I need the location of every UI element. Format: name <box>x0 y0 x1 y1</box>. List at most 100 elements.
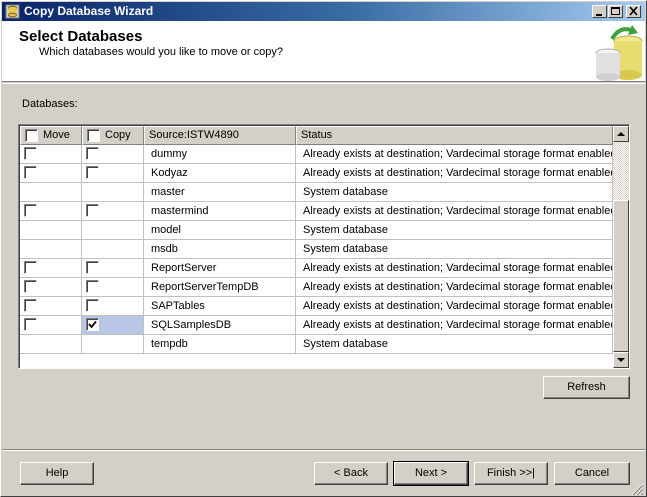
databases-label: Databases: <box>22 98 78 110</box>
table-row[interactable]: ReportServer Already exists at destinatio… <box>20 259 613 278</box>
column-header-status-label: Status <box>301 129 333 141</box>
back-button[interactable]: < Back <box>314 462 388 485</box>
move-checkbox[interactable] <box>24 166 37 179</box>
scroll-down-button[interactable] <box>613 352 629 368</box>
move-checkbox[interactable] <box>24 280 37 293</box>
table-row[interactable]: model System database <box>20 221 613 240</box>
move-cell[interactable] <box>20 240 82 259</box>
status-cell: Already exists at destination; Vardecima… <box>296 278 613 297</box>
move-checkbox[interactable] <box>24 318 37 331</box>
database-name-cell: SQLSamplesDB <box>144 316 296 335</box>
copy-cell[interactable] <box>82 164 144 183</box>
move-checkbox[interactable] <box>24 261 37 274</box>
database-name-cell: ReportServerTempDB <box>144 278 296 297</box>
database-copy-icon <box>595 25 643 81</box>
copy-cell[interactable] <box>82 297 144 316</box>
page-subtitle: Which databases would you like to move o… <box>39 46 283 58</box>
database-name-cell: master <box>144 183 296 202</box>
table-row[interactable]: mastermind Already exists at destination;… <box>20 202 613 221</box>
cancel-button[interactable]: Cancel <box>554 462 630 485</box>
title-bar[interactable]: Copy Database Wizard <box>2 2 645 21</box>
copy-checkbox[interactable] <box>86 147 99 160</box>
move-cell[interactable] <box>20 335 82 354</box>
move-cell[interactable] <box>20 316 82 335</box>
database-name-cell: model <box>144 221 296 240</box>
table-row[interactable]: dummy Already exists at destination; Vard… <box>20 145 613 164</box>
column-header-move[interactable]: Move <box>20 126 82 145</box>
move-cell[interactable] <box>20 202 82 221</box>
status-cell: System database <box>296 335 613 354</box>
database-name-cell: SAPTables <box>144 297 296 316</box>
scroll-down-arrow-icon <box>617 358 625 362</box>
database-name-cell: dummy <box>144 145 296 164</box>
table-row[interactable]: SAPTables Already exists at destination; … <box>20 297 613 316</box>
refresh-button[interactable]: Refresh <box>543 376 630 399</box>
scroll-thumb[interactable] <box>613 200 629 352</box>
table-row[interactable]: Kodyaz Already exists at destination; Var… <box>20 164 613 183</box>
move-checkbox[interactable] <box>24 204 37 217</box>
move-all-checkbox[interactable] <box>25 129 38 142</box>
database-name-cell: ReportServer <box>144 259 296 278</box>
copy-cell[interactable] <box>82 145 144 164</box>
status-cell: Already exists at destination; Vardecima… <box>296 316 613 335</box>
database-name-cell: mastermind <box>144 202 296 221</box>
next-button[interactable]: Next > <box>393 461 469 486</box>
column-header-copy-label: Copy <box>105 129 131 141</box>
status-cell: Already exists at destination; Vardecima… <box>296 164 613 183</box>
status-cell: Already exists at destination; Vardecima… <box>296 145 613 164</box>
move-checkbox[interactable] <box>24 299 37 312</box>
help-button[interactable]: Help <box>20 462 94 485</box>
column-header-source[interactable]: Source:ISTW4890 <box>144 126 296 145</box>
move-cell[interactable] <box>20 164 82 183</box>
column-header-source-label: Source:ISTW4890 <box>149 129 239 141</box>
scroll-up-button[interactable] <box>613 126 629 142</box>
table-row[interactable]: ReportServerTempDB Already exists at dest… <box>20 278 613 297</box>
maximize-button[interactable] <box>608 5 623 18</box>
minimize-button[interactable] <box>592 5 607 18</box>
vertical-scrollbar[interactable] <box>613 126 629 368</box>
copy-cell[interactable] <box>82 183 144 202</box>
copy-cell[interactable] <box>82 259 144 278</box>
databases-grid[interactable]: Move Copy Source:ISTW4890 Status dummy Al… <box>18 124 630 369</box>
copy-cell[interactable] <box>82 335 144 354</box>
resize-grip-icon[interactable] <box>630 482 644 496</box>
copy-checkbox[interactable] <box>86 261 99 274</box>
move-cell[interactable] <box>20 259 82 278</box>
copy-all-checkbox[interactable] <box>87 129 100 142</box>
status-cell: System database <box>296 221 613 240</box>
copy-cell[interactable] <box>82 202 144 221</box>
copy-checkbox[interactable] <box>86 299 99 312</box>
page-title: Select Databases <box>19 28 143 45</box>
grid-header-row: Move Copy Source:ISTW4890 Status <box>20 126 613 145</box>
footer-separator-highlight <box>2 450 645 451</box>
status-cell: Already exists at destination; Vardecima… <box>296 202 613 221</box>
table-row[interactable]: msdb System database <box>20 240 613 259</box>
column-header-copy[interactable]: Copy <box>82 126 144 145</box>
database-name-cell: msdb <box>144 240 296 259</box>
copy-checkbox[interactable] <box>86 204 99 217</box>
move-cell[interactable] <box>20 278 82 297</box>
finish-button[interactable]: Finish >>| <box>474 462 548 485</box>
status-cell: System database <box>296 240 613 259</box>
copy-cell[interactable] <box>82 278 144 297</box>
move-cell[interactable] <box>20 183 82 202</box>
table-row[interactable]: tempdb System database <box>20 335 613 354</box>
copy-checkbox[interactable] <box>86 318 99 331</box>
copy-cell[interactable] <box>82 316 144 335</box>
move-cell[interactable] <box>20 297 82 316</box>
maximize-icon <box>611 7 620 15</box>
minimize-icon <box>596 14 602 16</box>
move-cell[interactable] <box>20 221 82 240</box>
column-header-status[interactable]: Status <box>296 126 613 145</box>
table-row[interactable]: master System database <box>20 183 613 202</box>
copy-checkbox[interactable] <box>86 280 99 293</box>
copy-cell[interactable] <box>82 240 144 259</box>
copy-cell[interactable] <box>82 221 144 240</box>
move-checkbox[interactable] <box>24 147 37 160</box>
header-separator <box>2 83 645 84</box>
close-button[interactable] <box>626 5 641 18</box>
checkmark-icon <box>88 320 97 329</box>
copy-checkbox[interactable] <box>86 166 99 179</box>
table-row[interactable]: SQLSamplesDB Already exists at destinatio… <box>20 316 613 335</box>
move-cell[interactable] <box>20 145 82 164</box>
